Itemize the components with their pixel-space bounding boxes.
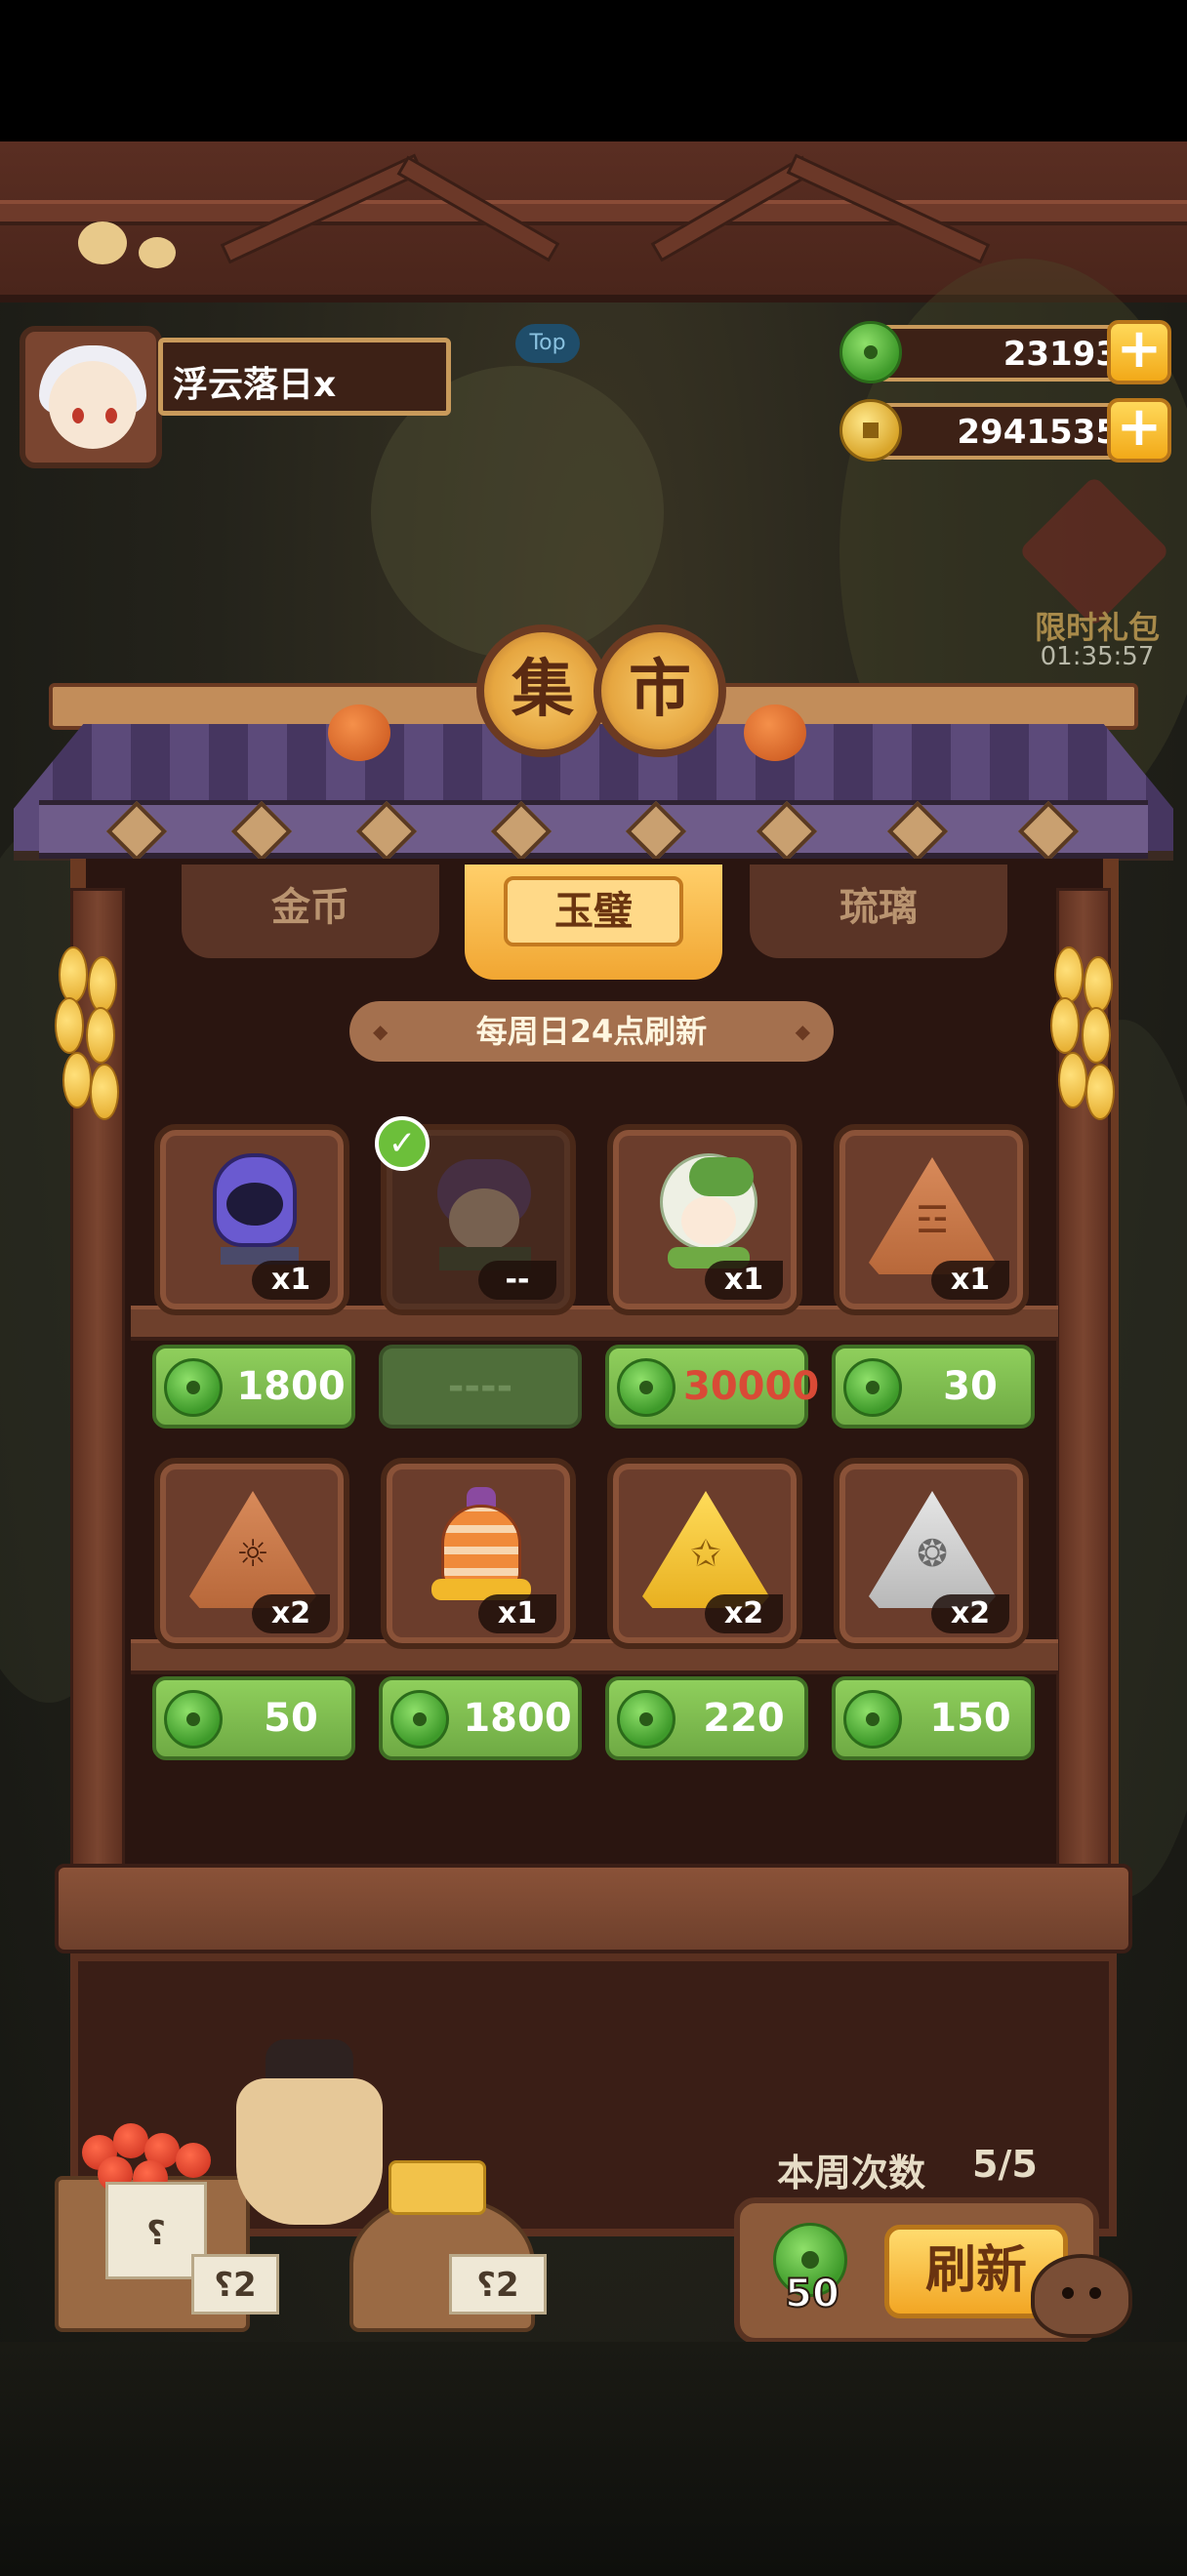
price-value: 30 [943, 1364, 998, 1409]
buy-price-button[interactable]: 50 [152, 1676, 355, 1760]
shop-item-slot[interactable]: x1 [154, 1124, 349, 1315]
bottom-foliage [0, 2342, 1187, 2576]
item-quantity: x2 [931, 1594, 1009, 1633]
weekly-count-value: 5/5 [972, 2143, 1038, 2186]
item-quantity: x1 [931, 1261, 1009, 1300]
status-bar-area [0, 0, 1187, 141]
buy-price-button[interactable]: 1800 [379, 1676, 582, 1760]
item-quantity: x1 [478, 1594, 556, 1633]
gold-coin-icon [839, 399, 902, 462]
persimmon-icon [328, 704, 390, 761]
cat-mascot-icon [1031, 2254, 1132, 2338]
corn-decoration-icon [55, 946, 123, 1142]
price-value: 50 [264, 1696, 318, 1741]
shop-item-slot[interactable]: ✩ x2 [607, 1458, 802, 1649]
stall-price-tag: ⸮2 [449, 2254, 547, 2314]
orange-urn-icon [428, 1487, 535, 1604]
weekly-refresh-note: 每周日24点刷新 [349, 1001, 834, 1062]
item-quantity: x2 [705, 1594, 783, 1633]
chick-icon [139, 237, 176, 268]
add-gold-button[interactable]: + [1107, 398, 1171, 463]
jade-currency-icon [164, 1690, 223, 1749]
price-value: 220 [703, 1696, 785, 1741]
jade-currency-icon [617, 1690, 675, 1749]
buy-price-button[interactable]: 1800 [152, 1345, 355, 1429]
jade-currency-icon [839, 321, 902, 383]
price-value: 150 [929, 1696, 1011, 1741]
shop-title-char: 集 [476, 624, 609, 757]
green-hood-character-icon [654, 1153, 761, 1270]
corn-decoration-icon [1050, 946, 1119, 1142]
persimmon-icon [744, 704, 806, 761]
item-quantity: x1 [705, 1261, 783, 1300]
price-value: 1800 [463, 1696, 572, 1741]
buy-price-button[interactable]: 30 [832, 1345, 1035, 1429]
chick-icon [78, 221, 127, 264]
shop-item-slot[interactable]: ☼ x2 [154, 1458, 349, 1649]
jade-currency-icon [617, 1358, 675, 1417]
buy-price-button-disabled: ---- [379, 1345, 582, 1429]
shop-title-char: 市 [594, 624, 726, 757]
refresh-cost: 50 [784, 2271, 840, 2317]
limited-gift-button[interactable]: 限时礼包 01:35:57 [1011, 475, 1183, 683]
tab-jade[interactable]: 玉璧 [465, 865, 722, 980]
tab-gold[interactable]: 金币 [182, 865, 439, 958]
jade-currency-icon [843, 1358, 902, 1417]
purchased-check-icon: ✓ [375, 1116, 430, 1171]
jade-currency-icon [843, 1690, 902, 1749]
player-name: 浮云落日x [158, 338, 451, 416]
item-quantity: x2 [252, 1594, 330, 1633]
tab-glaze[interactable]: 琉璃 [750, 865, 1007, 958]
tab-jade-label: 玉璧 [504, 876, 683, 946]
buy-price-button[interactable]: 220 [605, 1676, 808, 1760]
player-avatar[interactable] [20, 326, 162, 468]
top-badge: Top [515, 324, 580, 363]
shop-item-slot[interactable]: x1 [607, 1124, 802, 1315]
buy-price-button[interactable]: 150 [832, 1676, 1035, 1760]
stall-price-tag: ⸮2 [191, 2254, 279, 2314]
shop-item-slot[interactable]: x1 [381, 1458, 576, 1649]
item-quantity: -- [478, 1261, 556, 1300]
butter-icon [389, 2160, 486, 2215]
add-jade-button[interactable]: + [1107, 320, 1171, 384]
shop-counter [55, 1864, 1132, 1953]
item-quantity: x1 [252, 1261, 330, 1300]
jade-currency-icon [164, 1358, 223, 1417]
jade-currency-icon [390, 1690, 449, 1749]
shop-item-slot[interactable]: ❂ x2 [834, 1458, 1029, 1649]
buy-price-button[interactable]: 30000 [605, 1345, 819, 1429]
shop-roof-trim [39, 800, 1148, 859]
price-value: 1800 [236, 1364, 346, 1409]
price-value: 30000 [683, 1364, 820, 1409]
price-value: ---- [447, 1364, 513, 1409]
limited-gift-timer: 01:35:57 [1040, 642, 1155, 671]
shop-item-slot[interactable]: ☲ x1 [834, 1124, 1029, 1315]
purple-robot-icon [201, 1153, 308, 1270]
merchant-character-icon [226, 2039, 392, 2225]
